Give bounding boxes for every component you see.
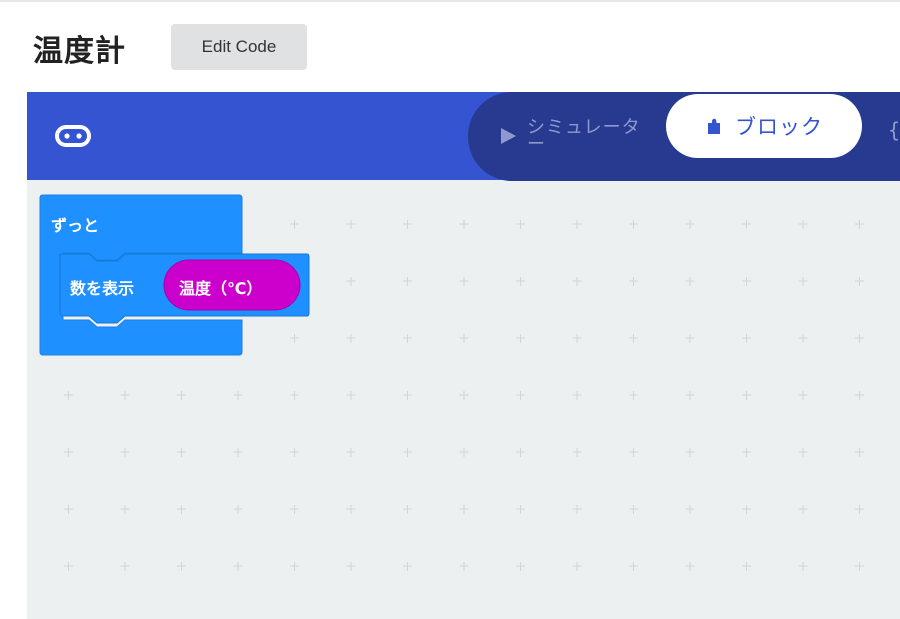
temperature-block-label: 温度（℃）: [179, 279, 263, 298]
makecode-editor: シミュレーター ブロック { ずっと 数を表示 温度（℃）: [27, 92, 900, 619]
top-divider: [0, 0, 900, 2]
edit-code-button[interactable]: Edit Code: [171, 24, 307, 70]
block-canvas: [39, 194, 310, 356]
show-number-block-label: 数を表示: [70, 279, 135, 298]
forever-block-label: ずっと: [51, 216, 100, 235]
page-title: 温度計: [33, 34, 126, 69]
